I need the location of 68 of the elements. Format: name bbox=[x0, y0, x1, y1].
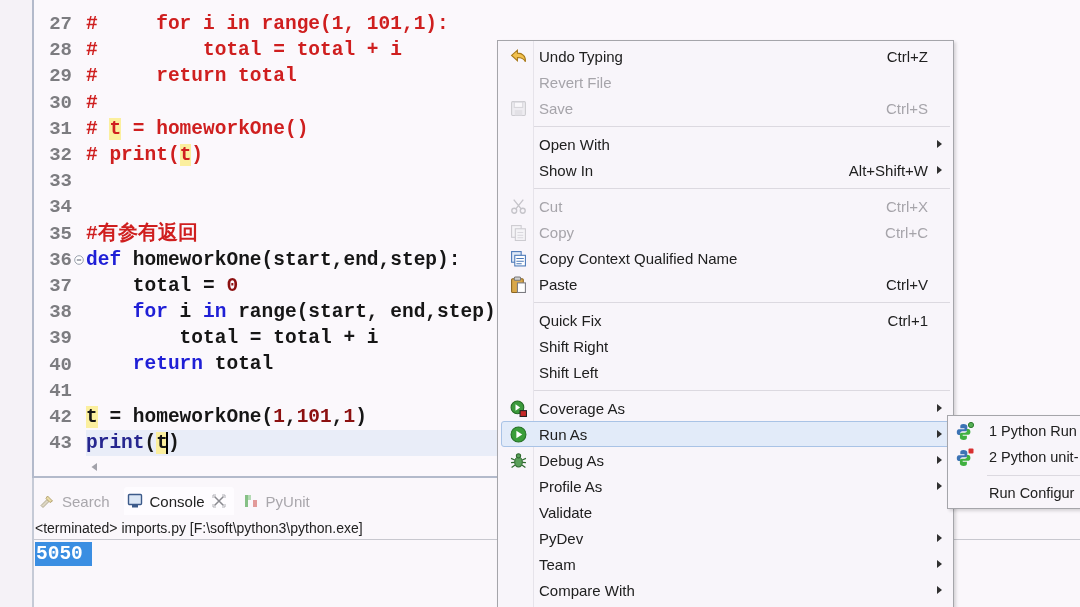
flashlight-icon bbox=[39, 493, 55, 509]
keyboard-shortcut: Ctrl+V bbox=[885, 275, 929, 293]
keyboard-shortcut: Ctrl+X bbox=[885, 197, 929, 215]
line-number: 39 bbox=[48, 326, 72, 351]
menu-item[interactable]: Copy Context Qualified Name bbox=[501, 245, 950, 271]
code-line: def homeworkOne(start,end,step): bbox=[86, 247, 461, 273]
code-line: # total = total + i bbox=[86, 38, 402, 64]
menu-item[interactable]: Open With bbox=[501, 131, 950, 157]
line-number: 37 bbox=[48, 273, 72, 298]
unit-test-icon bbox=[242, 493, 259, 509]
code-line: total = total + i bbox=[178, 326, 379, 352]
copy-icon bbox=[509, 223, 527, 241]
keyboard-shortcut: Ctrl+1 bbox=[887, 311, 929, 329]
line-number: 32 bbox=[48, 143, 72, 168]
keyboard-shortcut: Ctrl+Z bbox=[886, 47, 929, 65]
line-number: 36 bbox=[48, 247, 72, 272]
menu-item[interactable]: Run As bbox=[501, 421, 950, 447]
line-number: 35 bbox=[48, 221, 72, 246]
line-number: 33 bbox=[48, 169, 72, 194]
line-number: 29 bbox=[48, 64, 72, 89]
code-line: for i in range(start, end,step) bbox=[131, 300, 496, 326]
menu-item[interactable]: Shift Left bbox=[501, 359, 950, 385]
code-line: #有参有返回 bbox=[86, 221, 198, 247]
line-number: 41 bbox=[48, 378, 72, 403]
curved-arrow-icon bbox=[509, 47, 527, 65]
line-number: 27 bbox=[48, 12, 72, 37]
keyboard-shortcut: Alt+Shift+W bbox=[848, 161, 929, 179]
line-number: 28 bbox=[48, 38, 72, 63]
menu-item[interactable]: Profile As bbox=[501, 473, 950, 499]
line-number: 38 bbox=[48, 300, 72, 325]
menu-item[interactable]: Quick Fix Ctrl+1 bbox=[501, 307, 950, 333]
line-number: 34 bbox=[48, 195, 72, 220]
play-circle-icon bbox=[509, 425, 527, 443]
menu-item[interactable]: Undo Typing Ctrl+Z bbox=[501, 43, 950, 69]
code-line: t = homeworkOne(1,101,1) bbox=[86, 404, 367, 430]
line-number: 31 bbox=[48, 116, 72, 141]
code-line: # print(t) bbox=[86, 142, 204, 168]
document-stack-icon bbox=[509, 249, 527, 267]
monitor-icon bbox=[126, 493, 143, 509]
code-line: # bbox=[86, 90, 98, 116]
menu-item[interactable]: Compare With bbox=[501, 577, 950, 603]
menu-item[interactable]: Shift Right bbox=[501, 333, 950, 359]
code-line: # t = homeworkOne() bbox=[86, 116, 309, 142]
line-number: 43 bbox=[48, 431, 72, 456]
menu-item[interactable]: Show In Alt+Shift+W bbox=[501, 157, 950, 183]
line-number: 40 bbox=[48, 352, 72, 377]
close-icon[interactable] bbox=[211, 494, 226, 508]
menu-item[interactable]: Paste Ctrl+V bbox=[501, 271, 950, 297]
keyboard-shortcut: Ctrl+C bbox=[885, 223, 929, 241]
menu-item[interactable]: Team bbox=[501, 551, 950, 577]
menu-item[interactable]: Run Configur bbox=[951, 480, 1080, 506]
menu-item[interactable]: Coverage As bbox=[501, 395, 950, 421]
keyboard-shortcut: Ctrl+S bbox=[885, 99, 929, 117]
code-line: return total bbox=[131, 352, 274, 378]
python-icon bbox=[956, 448, 974, 466]
line-number: 42 bbox=[48, 404, 72, 429]
panel-tab[interactable]: Console bbox=[123, 487, 234, 515]
console-output: 5050 bbox=[35, 542, 92, 566]
scissors-icon bbox=[509, 197, 527, 215]
collapse-icon[interactable] bbox=[74, 254, 84, 265]
code-line: # return total bbox=[86, 64, 297, 90]
code-line: total = 0 bbox=[131, 273, 239, 299]
line-number: 30 bbox=[48, 90, 72, 115]
clipboard-icon bbox=[509, 275, 527, 293]
bug-icon bbox=[509, 451, 527, 469]
python-icon bbox=[956, 422, 974, 440]
code-line: # for i in range(1, 101,1): bbox=[86, 12, 449, 37]
scroll-left-icon[interactable] bbox=[90, 462, 98, 472]
